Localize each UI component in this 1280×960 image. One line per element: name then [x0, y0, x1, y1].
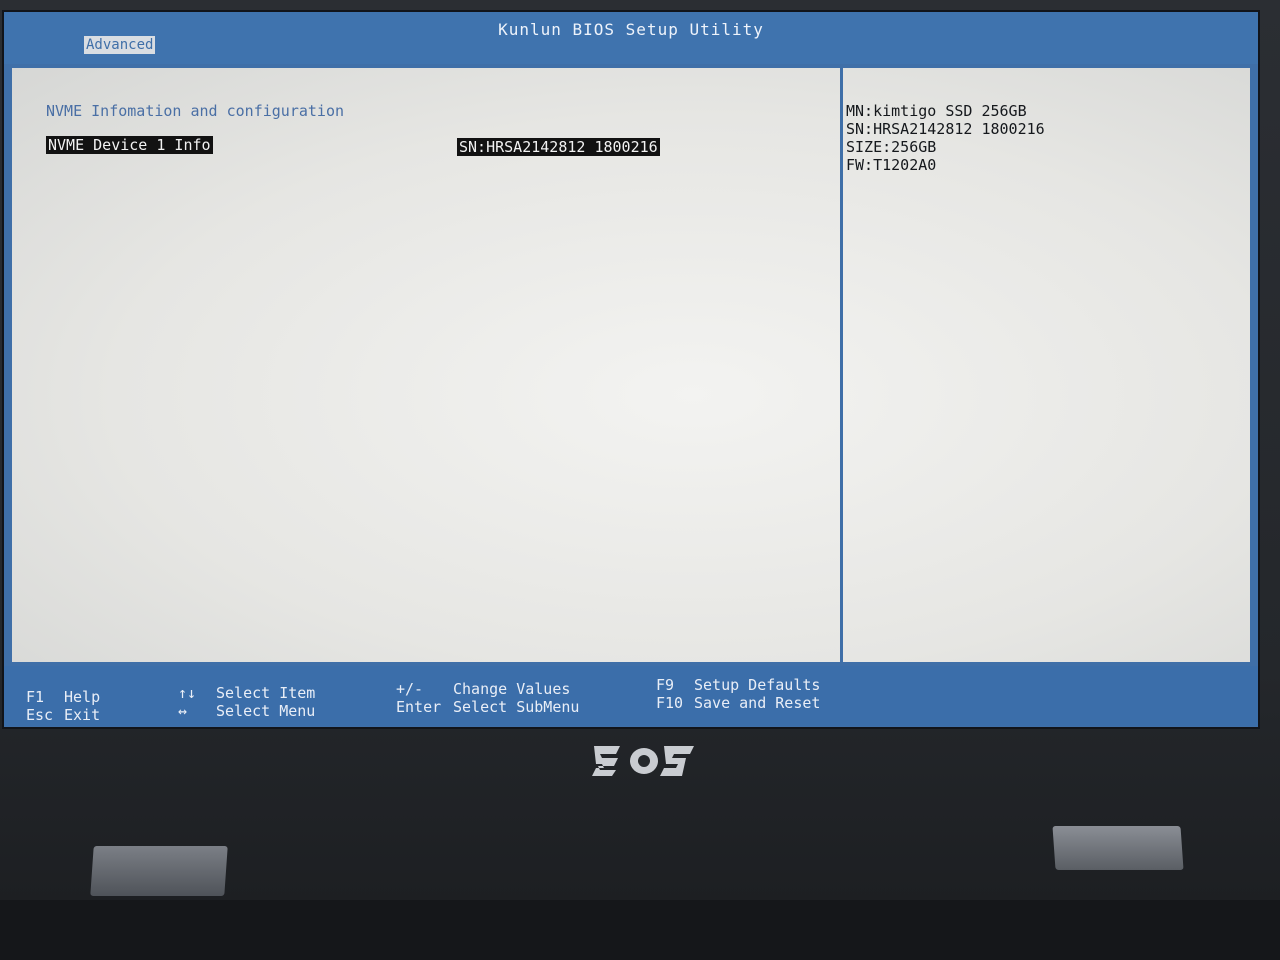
info-model: MN:kimtigo SSD 256GB — [846, 102, 1027, 120]
help-label-select-item: Select Item — [216, 684, 316, 702]
help-label-setup-defaults: Setup Defaults — [694, 676, 821, 694]
section-title: NVME Infomation and configuration — [46, 102, 345, 120]
help-key-esc: Esc — [26, 706, 54, 724]
help-bar: F1 Help Esc Exit ↑↓ Select Item ↔ Select… — [4, 666, 1258, 726]
help-key-leftright: ↔ — [178, 702, 188, 720]
title-bar: Kunlun BIOS Setup Utility Advanced — [4, 12, 1258, 64]
menu-item-value: SN:HRSA2142812 1800216 — [457, 138, 660, 156]
info-firmware: FW:T1202A0 — [846, 156, 937, 174]
bios-screen: Kunlun BIOS Setup Utility Advanced NVME … — [2, 10, 1260, 729]
info-serial: SN:HRSA2142812 1800216 — [846, 120, 1045, 138]
help-key-f1: F1 — [26, 688, 45, 706]
help-key-enter: Enter — [396, 698, 442, 716]
info-size: SIZE:256GB — [846, 138, 937, 156]
menu-item-nvme-device-1[interactable]: NVME Device 1 Info — [46, 136, 213, 154]
help-key-updown: ↑↓ — [178, 684, 197, 702]
keyboard-deck — [0, 900, 1280, 960]
help-label-help: Help — [64, 688, 101, 706]
panel-divider — [840, 68, 843, 662]
help-label-select-menu: Select Menu — [216, 702, 316, 720]
window-title: Kunlun BIOS Setup Utility — [498, 20, 764, 39]
info-panel: MN:kimtigo SSD 256GB SN:HRSA2142812 1800… — [846, 102, 1045, 174]
help-key-f9: F9 — [656, 676, 675, 694]
main-panel: NVME Infomation and configuration NVME D… — [10, 66, 1252, 664]
help-label-select-submenu: Select SubMenu — [453, 698, 580, 716]
help-key-f10: F10 — [656, 694, 684, 712]
help-label-change-values: Change Values — [453, 680, 571, 698]
help-label-save-reset: Save and Reset — [694, 694, 821, 712]
hinge-left — [90, 846, 228, 896]
hinge-right — [1052, 826, 1184, 870]
brand-logo — [592, 746, 694, 776]
help-key-plusminus: +/- — [396, 680, 424, 698]
tab-advanced[interactable]: Advanced — [84, 36, 156, 54]
help-label-exit: Exit — [64, 706, 101, 724]
